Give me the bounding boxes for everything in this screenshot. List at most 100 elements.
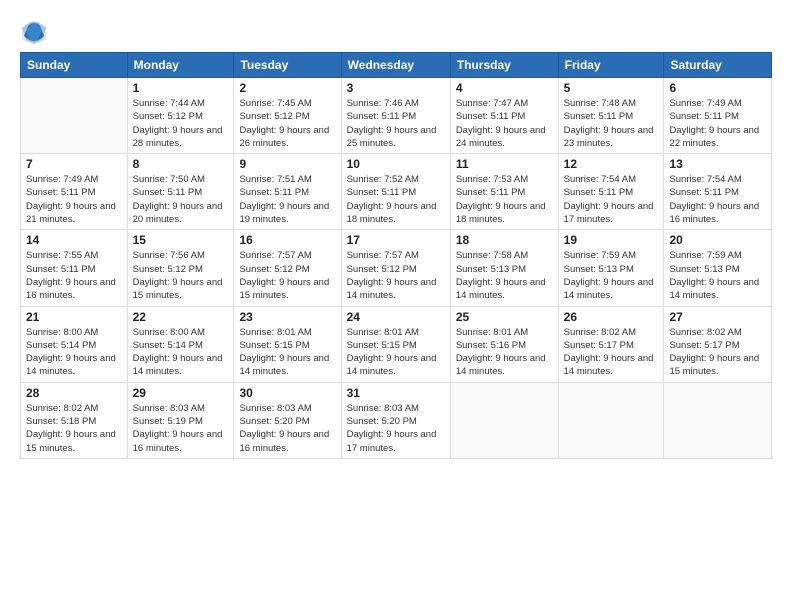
day-cell	[450, 382, 558, 458]
day-cell: 15 Sunrise: 7:56 AM Sunset: 5:12 PM Dayli…	[127, 230, 234, 306]
day-cell	[664, 382, 772, 458]
day-info: Sunrise: 7:49 AM Sunset: 5:11 PM Dayligh…	[26, 173, 122, 226]
day-info: Sunrise: 8:02 AM Sunset: 5:18 PM Dayligh…	[26, 402, 122, 455]
day-number: 17	[347, 233, 445, 247]
calendar-table: SundayMondayTuesdayWednesdayThursdayFrid…	[20, 52, 772, 459]
day-cell: 7 Sunrise: 7:49 AM Sunset: 5:11 PM Daylig…	[21, 154, 128, 230]
day-cell: 29 Sunrise: 8:03 AM Sunset: 5:19 PM Dayli…	[127, 382, 234, 458]
col-header-thursday: Thursday	[450, 53, 558, 78]
day-info: Sunrise: 8:03 AM Sunset: 5:19 PM Dayligh…	[133, 402, 229, 455]
day-number: 26	[564, 310, 659, 324]
day-info: Sunrise: 8:02 AM Sunset: 5:17 PM Dayligh…	[564, 326, 659, 379]
day-number: 31	[347, 386, 445, 400]
day-info: Sunrise: 7:57 AM Sunset: 5:12 PM Dayligh…	[239, 249, 335, 302]
day-number: 7	[26, 157, 122, 171]
col-header-tuesday: Tuesday	[234, 53, 341, 78]
day-number: 22	[133, 310, 229, 324]
day-cell: 24Sunrise: 8:01 AM Sunset: 5:15 PM Dayli…	[341, 306, 450, 382]
logo-icon	[20, 18, 48, 46]
day-cell	[558, 382, 664, 458]
day-info: Sunrise: 7:46 AM Sunset: 5:11 PM Dayligh…	[347, 97, 445, 150]
day-cell: 11Sunrise: 7:53 AM Sunset: 5:11 PM Dayli…	[450, 154, 558, 230]
day-info: Sunrise: 7:59 AM Sunset: 5:13 PM Dayligh…	[669, 249, 766, 302]
day-info: Sunrise: 7:59 AM Sunset: 5:13 PM Dayligh…	[564, 249, 659, 302]
day-cell: 6 Sunrise: 7:49 AM Sunset: 5:11 PM Daylig…	[664, 78, 772, 154]
week-row-5: 28Sunrise: 8:02 AM Sunset: 5:18 PM Dayli…	[21, 382, 772, 458]
day-cell: 21 Sunrise: 8:00 AM Sunset: 5:14 PM Dayli…	[21, 306, 128, 382]
day-info: Sunrise: 8:00 AM Sunset: 5:14 PM Dayligh…	[26, 326, 122, 379]
day-cell: 1Sunrise: 7:44 AM Sunset: 5:12 PM Daylig…	[127, 78, 234, 154]
day-info: Sunrise: 7:50 AM Sunset: 5:11 PM Dayligh…	[133, 173, 229, 226]
day-info: Sunrise: 7:48 AM Sunset: 5:11 PM Dayligh…	[564, 97, 659, 150]
day-number: 23	[239, 310, 335, 324]
day-number: 4	[456, 81, 553, 95]
day-cell: 4 Sunrise: 7:47 AM Sunset: 5:11 PM Daylig…	[450, 78, 558, 154]
day-cell: 8 Sunrise: 7:50 AM Sunset: 5:11 PM Daylig…	[127, 154, 234, 230]
day-cell: 28Sunrise: 8:02 AM Sunset: 5:18 PM Dayli…	[21, 382, 128, 458]
day-number: 3	[347, 81, 445, 95]
day-info: Sunrise: 8:02 AM Sunset: 5:17 PM Dayligh…	[669, 326, 766, 379]
logo	[20, 18, 52, 46]
day-info: Sunrise: 7:52 AM Sunset: 5:11 PM Dayligh…	[347, 173, 445, 226]
day-cell: 18 Sunrise: 7:58 AM Sunset: 5:13 PM Dayli…	[450, 230, 558, 306]
day-number: 15	[133, 233, 229, 247]
day-info: Sunrise: 7:53 AM Sunset: 5:11 PM Dayligh…	[456, 173, 553, 226]
day-info: Sunrise: 7:58 AM Sunset: 5:13 PM Dayligh…	[456, 249, 553, 302]
day-info: Sunrise: 7:56 AM Sunset: 5:12 PM Dayligh…	[133, 249, 229, 302]
day-number: 2	[239, 81, 335, 95]
day-info: Sunrise: 8:01 AM Sunset: 5:16 PM Dayligh…	[456, 326, 553, 379]
day-info: Sunrise: 8:01 AM Sunset: 5:15 PM Dayligh…	[239, 326, 335, 379]
day-cell: 19 Sunrise: 7:59 AM Sunset: 5:13 PM Dayli…	[558, 230, 664, 306]
week-row-2: 7 Sunrise: 7:49 AM Sunset: 5:11 PM Daylig…	[21, 154, 772, 230]
day-number: 10	[347, 157, 445, 171]
day-number: 6	[669, 81, 766, 95]
header	[20, 18, 772, 46]
day-info: Sunrise: 7:54 AM Sunset: 5:11 PM Dayligh…	[564, 173, 659, 226]
day-cell: 22 Sunrise: 8:00 AM Sunset: 5:14 PM Dayli…	[127, 306, 234, 382]
day-cell: 2Sunrise: 7:45 AM Sunset: 5:12 PM Daylig…	[234, 78, 341, 154]
day-number: 16	[239, 233, 335, 247]
day-info: Sunrise: 7:47 AM Sunset: 5:11 PM Dayligh…	[456, 97, 553, 150]
day-info: Sunrise: 8:00 AM Sunset: 5:14 PM Dayligh…	[133, 326, 229, 379]
day-cell: 31 Sunrise: 8:03 AM Sunset: 5:20 PM Dayli…	[341, 382, 450, 458]
day-cell: 27Sunrise: 8:02 AM Sunset: 5:17 PM Dayli…	[664, 306, 772, 382]
col-header-monday: Monday	[127, 53, 234, 78]
page: SundayMondayTuesdayWednesdayThursdayFrid…	[0, 0, 792, 612]
day-cell: 10 Sunrise: 7:52 AM Sunset: 5:11 PM Dayli…	[341, 154, 450, 230]
day-cell	[21, 78, 128, 154]
day-number: 21	[26, 310, 122, 324]
day-cell: 3 Sunrise: 7:46 AM Sunset: 5:11 PM Daylig…	[341, 78, 450, 154]
week-row-3: 14Sunrise: 7:55 AM Sunset: 5:11 PM Dayli…	[21, 230, 772, 306]
day-info: Sunrise: 7:57 AM Sunset: 5:12 PM Dayligh…	[347, 249, 445, 302]
day-info: Sunrise: 8:03 AM Sunset: 5:20 PM Dayligh…	[239, 402, 335, 455]
day-number: 30	[239, 386, 335, 400]
day-cell: 14Sunrise: 7:55 AM Sunset: 5:11 PM Dayli…	[21, 230, 128, 306]
day-number: 1	[133, 81, 229, 95]
day-number: 18	[456, 233, 553, 247]
day-info: Sunrise: 7:54 AM Sunset: 5:11 PM Dayligh…	[669, 173, 766, 226]
week-row-1: 1Sunrise: 7:44 AM Sunset: 5:12 PM Daylig…	[21, 78, 772, 154]
day-cell: 5 Sunrise: 7:48 AM Sunset: 5:11 PM Daylig…	[558, 78, 664, 154]
col-header-friday: Friday	[558, 53, 664, 78]
day-number: 25	[456, 310, 553, 324]
day-number: 5	[564, 81, 659, 95]
day-info: Sunrise: 7:51 AM Sunset: 5:11 PM Dayligh…	[239, 173, 335, 226]
day-info: Sunrise: 8:03 AM Sunset: 5:20 PM Dayligh…	[347, 402, 445, 455]
day-cell: 13Sunrise: 7:54 AM Sunset: 5:11 PM Dayli…	[664, 154, 772, 230]
day-cell: 26 Sunrise: 8:02 AM Sunset: 5:17 PM Dayli…	[558, 306, 664, 382]
day-number: 29	[133, 386, 229, 400]
header-row: SundayMondayTuesdayWednesdayThursdayFrid…	[21, 53, 772, 78]
day-number: 19	[564, 233, 659, 247]
week-row-4: 21 Sunrise: 8:00 AM Sunset: 5:14 PM Dayli…	[21, 306, 772, 382]
day-number: 20	[669, 233, 766, 247]
day-cell: 9Sunrise: 7:51 AM Sunset: 5:11 PM Daylig…	[234, 154, 341, 230]
day-cell: 17 Sunrise: 7:57 AM Sunset: 5:12 PM Dayli…	[341, 230, 450, 306]
day-cell: 25 Sunrise: 8:01 AM Sunset: 5:16 PM Dayli…	[450, 306, 558, 382]
day-number: 8	[133, 157, 229, 171]
day-info: Sunrise: 7:55 AM Sunset: 5:11 PM Dayligh…	[26, 249, 122, 302]
day-cell: 23 Sunrise: 8:01 AM Sunset: 5:15 PM Dayli…	[234, 306, 341, 382]
day-cell: 20 Sunrise: 7:59 AM Sunset: 5:13 PM Dayli…	[664, 230, 772, 306]
col-header-wednesday: Wednesday	[341, 53, 450, 78]
day-number: 12	[564, 157, 659, 171]
day-info: Sunrise: 7:49 AM Sunset: 5:11 PM Dayligh…	[669, 97, 766, 150]
